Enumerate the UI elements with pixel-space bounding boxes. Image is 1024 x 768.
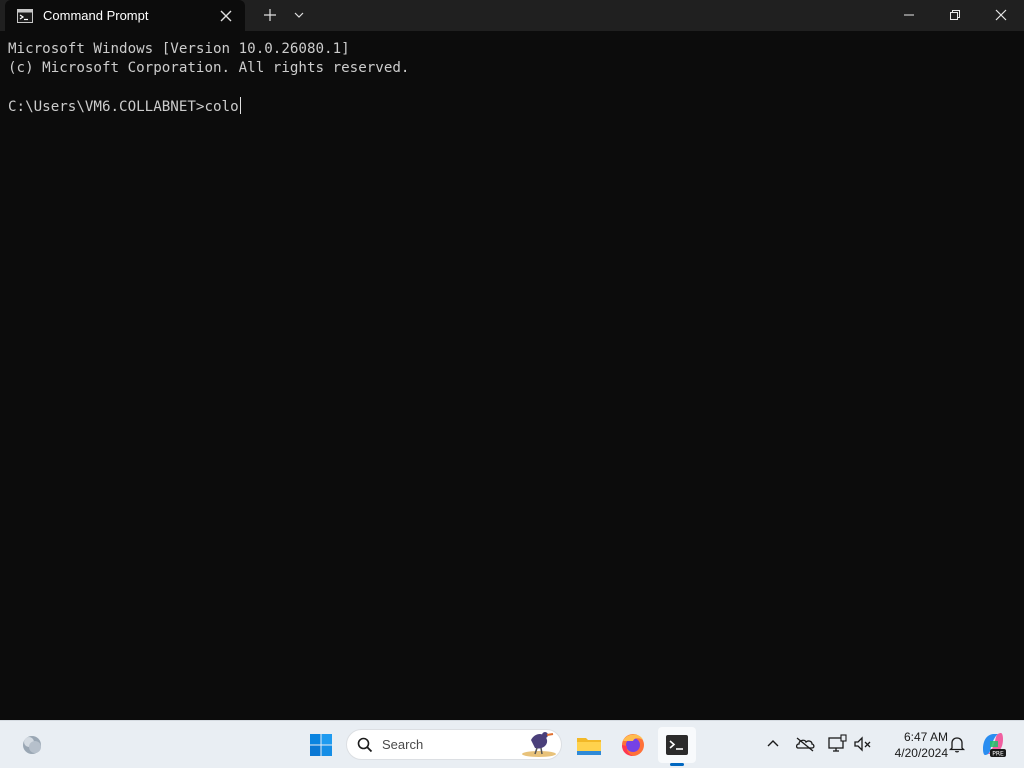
command-line[interactable]: C:\Users\VM6.COLLABNET>colo bbox=[8, 97, 241, 117]
clock-time: 6:47 AM bbox=[903, 730, 948, 744]
tab-dropdown-button[interactable] bbox=[288, 4, 310, 26]
close-button[interactable] bbox=[978, 0, 1024, 31]
widgets-icon[interactable] bbox=[18, 727, 46, 763]
title-bar: Command Prompt bbox=[0, 0, 1024, 31]
search-box[interactable]: Search bbox=[346, 729, 562, 760]
new-tab-button[interactable] bbox=[258, 4, 282, 26]
bell-icon[interactable] bbox=[946, 733, 968, 755]
minimize-button[interactable] bbox=[886, 0, 932, 31]
clock[interactable]: 6:47 AM 4/20/2024 bbox=[878, 729, 948, 761]
terminal-output[interactable]: Microsoft Windows [Version 10.0.26080.1]… bbox=[0, 31, 1024, 720]
active-app-indicator bbox=[670, 763, 684, 766]
chevron-up-icon[interactable] bbox=[762, 733, 784, 755]
onedrive-icon[interactable] bbox=[794, 733, 816, 755]
text-cursor bbox=[239, 97, 241, 114]
file-explorer-icon[interactable] bbox=[572, 727, 606, 763]
command-input[interactable]: colo bbox=[204, 99, 238, 115]
search-placeholder: Search bbox=[382, 737, 424, 752]
tab-close-icon[interactable] bbox=[219, 8, 233, 22]
cmd-icon bbox=[17, 8, 33, 23]
copilot-icon[interactable]: PRE bbox=[978, 729, 1008, 759]
clock-date: 4/20/2024 bbox=[894, 746, 948, 760]
volume-icon[interactable] bbox=[852, 733, 874, 755]
tab-command-prompt[interactable]: Command Prompt bbox=[5, 0, 245, 31]
tab-title: Command Prompt bbox=[43, 8, 149, 23]
start-icon[interactable] bbox=[304, 727, 338, 763]
svg-text:PRE: PRE bbox=[992, 751, 1004, 758]
prompt-text: C:\Users\VM6.COLLABNET> bbox=[8, 99, 205, 115]
search-highlight-art-icon bbox=[517, 726, 559, 760]
taskbar: Search 6:47 AM 4/20/2024 PRE bbox=[0, 720, 1024, 768]
network-icon[interactable] bbox=[826, 733, 848, 755]
restore-button[interactable] bbox=[932, 0, 978, 31]
terminal-line: (c) Microsoft Corporation. All rights re… bbox=[8, 60, 410, 76]
terminal-line: Microsoft Windows [Version 10.0.26080.1] bbox=[8, 41, 350, 57]
terminal-icon[interactable] bbox=[658, 727, 696, 763]
firefox-icon[interactable] bbox=[616, 727, 650, 763]
search-icon bbox=[357, 737, 373, 753]
